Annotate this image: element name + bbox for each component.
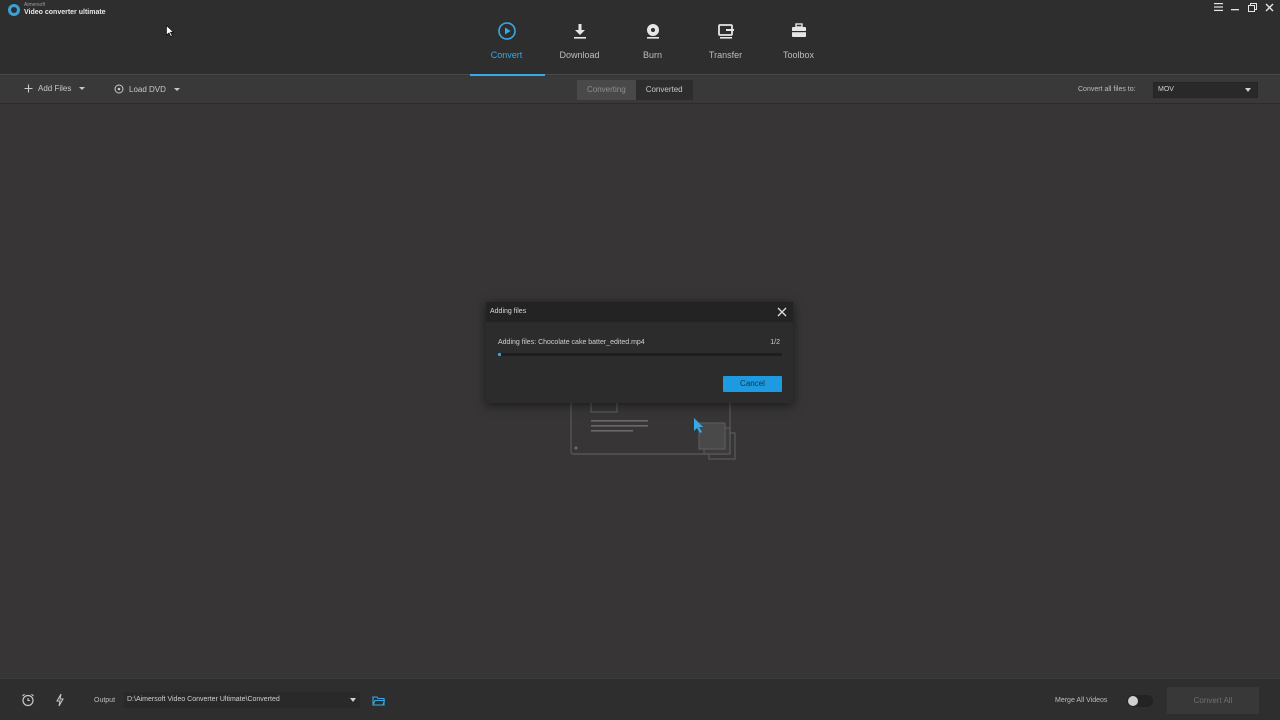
app-logo: Aimersoft Video converter ultimate xyxy=(8,3,106,16)
lightning-icon[interactable] xyxy=(53,693,67,707)
adding-files-dialog: Adding files Adding files: Chocolate cak… xyxy=(486,302,793,403)
merge-all-videos-label: Merge All Videos xyxy=(1055,697,1108,704)
nav-transfer-label: Transfer xyxy=(708,50,743,60)
nav-burn-label: Burn xyxy=(642,50,662,60)
dialog-message: Adding files: Chocolate cake batter_edit… xyxy=(498,339,645,346)
dialog-close-icon[interactable] xyxy=(776,306,788,318)
transfer-icon xyxy=(715,20,737,42)
bottom-bar: Output D:\Aimersoft Video Converter Ulti… xyxy=(0,678,1280,720)
logo-brand: Aimersoft xyxy=(24,2,46,8)
restore-icon[interactable] xyxy=(1247,2,1257,12)
status-tabs: Converting Converted xyxy=(577,80,693,100)
nav-download-label: Download xyxy=(559,50,600,60)
convert-all-to-label: Convert all files to: xyxy=(1078,86,1136,93)
nav-burn[interactable]: Burn xyxy=(616,0,689,75)
dialog-file-count: 1/2 xyxy=(770,339,780,346)
output-path-select[interactable]: D:\Aimersoft Video Converter Ultimate\Co… xyxy=(124,692,360,708)
output-label: Output xyxy=(94,697,116,704)
output-format-value: MOV xyxy=(1158,86,1174,93)
tab-converted[interactable]: Converted xyxy=(635,80,693,100)
logo-product: Video converter ultimate xyxy=(24,9,106,16)
add-files-button[interactable]: Add Files xyxy=(24,84,86,93)
folder-icon[interactable] xyxy=(371,693,385,707)
dialog-title-bar: Adding files xyxy=(486,302,793,322)
close-icon[interactable] xyxy=(1264,2,1274,12)
chevron-down-icon[interactable] xyxy=(79,87,86,90)
nav-toolbox[interactable]: Toolbox xyxy=(762,0,835,75)
add-files-label: Add Files xyxy=(38,84,72,93)
chevron-down-icon xyxy=(1245,88,1251,92)
nav-transfer[interactable]: Transfer xyxy=(689,0,762,75)
output-path-value: D:\Aimersoft Video Converter Ultimate\Co… xyxy=(127,696,280,703)
main-nav: Convert Download Burn Transfer Toolbox xyxy=(470,0,835,76)
chevron-down-icon xyxy=(350,698,356,702)
progress-bar xyxy=(498,353,782,356)
menu-icon[interactable] xyxy=(1213,2,1223,12)
convert-all-button[interactable]: Convert All xyxy=(1167,687,1259,714)
burn-icon xyxy=(642,20,664,42)
load-dvd-label: Load DVD xyxy=(129,84,166,94)
merge-all-videos-toggle[interactable] xyxy=(1127,695,1153,707)
dialog-title: Adding files xyxy=(490,308,527,315)
nav-download[interactable]: Download xyxy=(543,0,616,75)
download-icon xyxy=(569,20,591,42)
nav-toolbox-label: Toolbox xyxy=(782,50,815,60)
cancel-button[interactable]: Cancel xyxy=(723,376,782,392)
plus-icon xyxy=(24,84,33,93)
progress-fill xyxy=(498,353,501,356)
nav-convert[interactable]: Convert xyxy=(470,0,545,76)
toolbar: Add Files Load DVD Converting Converted … xyxy=(0,76,1280,104)
output-format-select[interactable]: MOV xyxy=(1153,82,1258,98)
mouse-cursor-icon xyxy=(166,24,175,38)
toolbox-icon xyxy=(788,20,810,42)
empty-state-illustration xyxy=(566,397,741,464)
chevron-down-icon[interactable] xyxy=(173,87,180,91)
toggle-knob xyxy=(1128,696,1138,706)
title-bar: Aimersoft Video converter ultimate Conve… xyxy=(0,0,1280,76)
convert-icon xyxy=(496,20,518,42)
minimize-icon[interactable] xyxy=(1230,2,1240,12)
load-dvd-button[interactable]: Load DVD xyxy=(114,84,180,94)
logo-icon xyxy=(8,3,20,16)
tab-converting[interactable]: Converting xyxy=(577,80,636,100)
alarm-clock-icon[interactable] xyxy=(21,693,35,707)
nav-convert-label: Convert xyxy=(490,50,523,60)
window-controls xyxy=(1213,2,1274,12)
disc-icon xyxy=(114,84,124,94)
